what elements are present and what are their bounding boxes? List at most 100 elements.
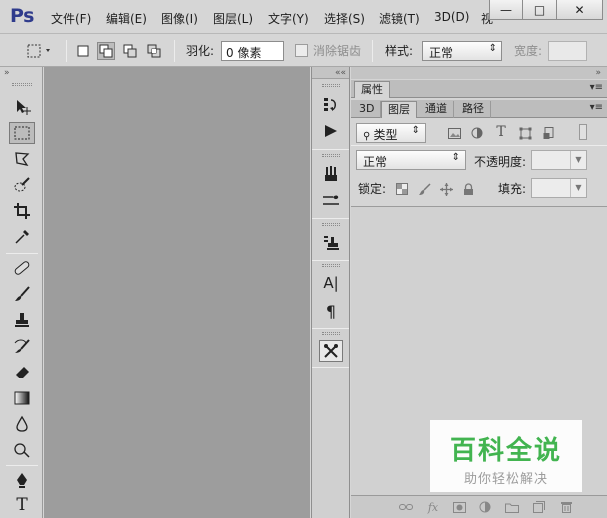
close-button[interactable]: ✕ [557, 0, 603, 20]
menu-select[interactable]: 选择(S) [324, 10, 365, 27]
dropdown-arrow-icon[interactable]: ▼ [570, 179, 586, 197]
add-mask-icon[interactable] [451, 500, 467, 514]
dodge-tool[interactable] [9, 439, 35, 461]
eyedropper-tool[interactable] [9, 226, 35, 248]
healing-brush-tool[interactable] [9, 257, 35, 279]
layer-filter-select[interactable]: ⚲ 类型 ⇕ [356, 123, 426, 143]
tab-paths[interactable]: 路径 [456, 101, 491, 118]
adjustment-filter-icon[interactable] [470, 126, 484, 140]
blend-mode-select[interactable]: 正常 ⇕ [356, 150, 466, 170]
history-brush-tool[interactable] [9, 335, 35, 357]
brush-icon [15, 286, 30, 301]
width-label: 宽度: [514, 44, 543, 58]
tab-channels[interactable]: 通道 [419, 101, 454, 118]
new-selection-button[interactable] [74, 42, 92, 60]
style-select[interactable]: 正常 ⇕ [422, 41, 502, 61]
options-bar: 羽化: 0 像素 消除锯齿 样式: 正常 ⇕ 宽度: [0, 34, 607, 67]
panel-grip[interactable] [12, 83, 32, 86]
new-selection-icon [77, 45, 89, 57]
lock-transparent-icon[interactable] [395, 182, 409, 196]
style-select-value: 正常 [429, 46, 454, 60]
dock-grip[interactable] [322, 223, 340, 226]
layers-tab-row: 3D 图层 通道 路径 ▾≡ [351, 100, 607, 118]
pen-tool[interactable] [9, 469, 35, 491]
menu-filter[interactable]: 滤镜(T) [379, 10, 420, 27]
layer-style-fx-icon[interactable]: fx [425, 500, 441, 514]
collapse-tools-icon[interactable]: » [4, 68, 10, 78]
lock-label: 锁定: [358, 182, 387, 196]
menu-bar: Ps 文件(F) 编辑(E) 图像(I) 图层(L) 文字(Y) 选择(S) 滤… [0, 0, 607, 34]
delete-layer-trash-icon[interactable] [558, 500, 574, 514]
type-tool[interactable]: T [9, 494, 35, 516]
new-adjustment-layer-icon[interactable] [477, 500, 493, 514]
collapse-dock-icon[interactable]: «« [312, 67, 349, 79]
fill-input[interactable]: ▼ [531, 178, 587, 198]
gradient-tool[interactable] [9, 387, 35, 409]
blur-tool[interactable] [9, 413, 35, 435]
dock-grip[interactable] [322, 332, 340, 335]
move-tool[interactable] [9, 96, 35, 118]
feather-input[interactable]: 0 像素 [221, 41, 284, 61]
clone-source-panel-button[interactable] [319, 231, 343, 253]
new-group-folder-icon[interactable] [504, 500, 520, 514]
width-input[interactable] [548, 41, 587, 61]
subtract-selection-button[interactable] [121, 42, 139, 60]
rect-marquee-icon [27, 44, 50, 58]
new-layer-icon[interactable] [531, 500, 547, 514]
tool-preset-picker[interactable] [26, 42, 54, 60]
intersect-selection-button[interactable] [145, 42, 163, 60]
filter-toggle-switch[interactable] [579, 124, 587, 140]
menu-layer[interactable]: 图层(L) [213, 10, 253, 27]
clone-stamp-tool[interactable] [9, 309, 35, 331]
minimize-button[interactable]: — [489, 0, 523, 20]
collapse-panel-icon[interactable]: » [351, 67, 607, 79]
menu-edit[interactable]: 编辑(E) [106, 10, 147, 27]
rect-marquee-tool[interactable] [9, 122, 35, 144]
dock-grip[interactable] [322, 84, 340, 87]
brush-panel-button[interactable] [319, 189, 343, 211]
pixel-filter-icon[interactable] [447, 126, 461, 140]
opacity-label: 不透明度: [474, 155, 527, 169]
add-selection-icon [99, 44, 113, 58]
lock-all-padlock-icon[interactable] [461, 182, 475, 196]
eraser-tool[interactable] [9, 361, 35, 383]
tab-layers[interactable]: 图层 [381, 101, 417, 118]
dock-grip[interactable] [322, 264, 340, 267]
antialias-checkbox[interactable] [295, 44, 308, 57]
dropdown-arrow-icon[interactable]: ▼ [570, 151, 586, 169]
character-panel-button[interactable]: A| [319, 272, 343, 294]
link-layers-icon[interactable] [398, 500, 414, 514]
tab-3d[interactable]: 3D [353, 101, 382, 118]
menu-file[interactable]: 文件(F) [51, 10, 91, 27]
add-selection-button[interactable] [97, 42, 115, 60]
menu-type[interactable]: 文字(Y) [268, 10, 309, 27]
paragraph-panel-button[interactable]: ¶ [319, 300, 343, 322]
maximize-button[interactable]: □ [523, 0, 557, 20]
lasso-tool[interactable] [9, 148, 35, 170]
history-brush-icon [14, 339, 30, 353]
quick-select-tool[interactable] [9, 174, 35, 196]
tool-presets-panel-button[interactable] [319, 340, 343, 362]
menu-3d[interactable]: 3D(D) [434, 10, 469, 24]
opacity-input[interactable]: ▼ [531, 150, 587, 170]
brush-presets-panel-button[interactable] [319, 163, 343, 185]
panel-menu-icon[interactable]: ▾≡ [590, 82, 603, 93]
layers-bottom-toolbar: fx [351, 495, 607, 518]
panel-menu-icon[interactable]: ▾≡ [590, 102, 603, 113]
lock-image-brush-icon[interactable] [417, 182, 431, 196]
shape-filter-icon[interactable] [518, 126, 532, 140]
smart-object-filter-icon[interactable] [542, 126, 556, 140]
menu-image[interactable]: 图像(I) [161, 10, 198, 27]
document-canvas-area[interactable] [44, 67, 310, 518]
tab-properties[interactable]: 属性 [354, 81, 390, 98]
search-icon: ⚲ [363, 131, 374, 142]
type-filter-icon[interactable]: T [494, 124, 508, 140]
dock-grip[interactable] [322, 154, 340, 157]
lock-position-move-icon[interactable] [439, 182, 453, 196]
crop-tool[interactable] [9, 200, 35, 222]
eyedropper-icon [15, 230, 29, 244]
brush-tool[interactable] [9, 283, 35, 305]
history-panel-button[interactable] [319, 94, 343, 116]
blend-mode-value: 正常 [363, 155, 388, 169]
actions-panel-button[interactable] [319, 120, 343, 142]
